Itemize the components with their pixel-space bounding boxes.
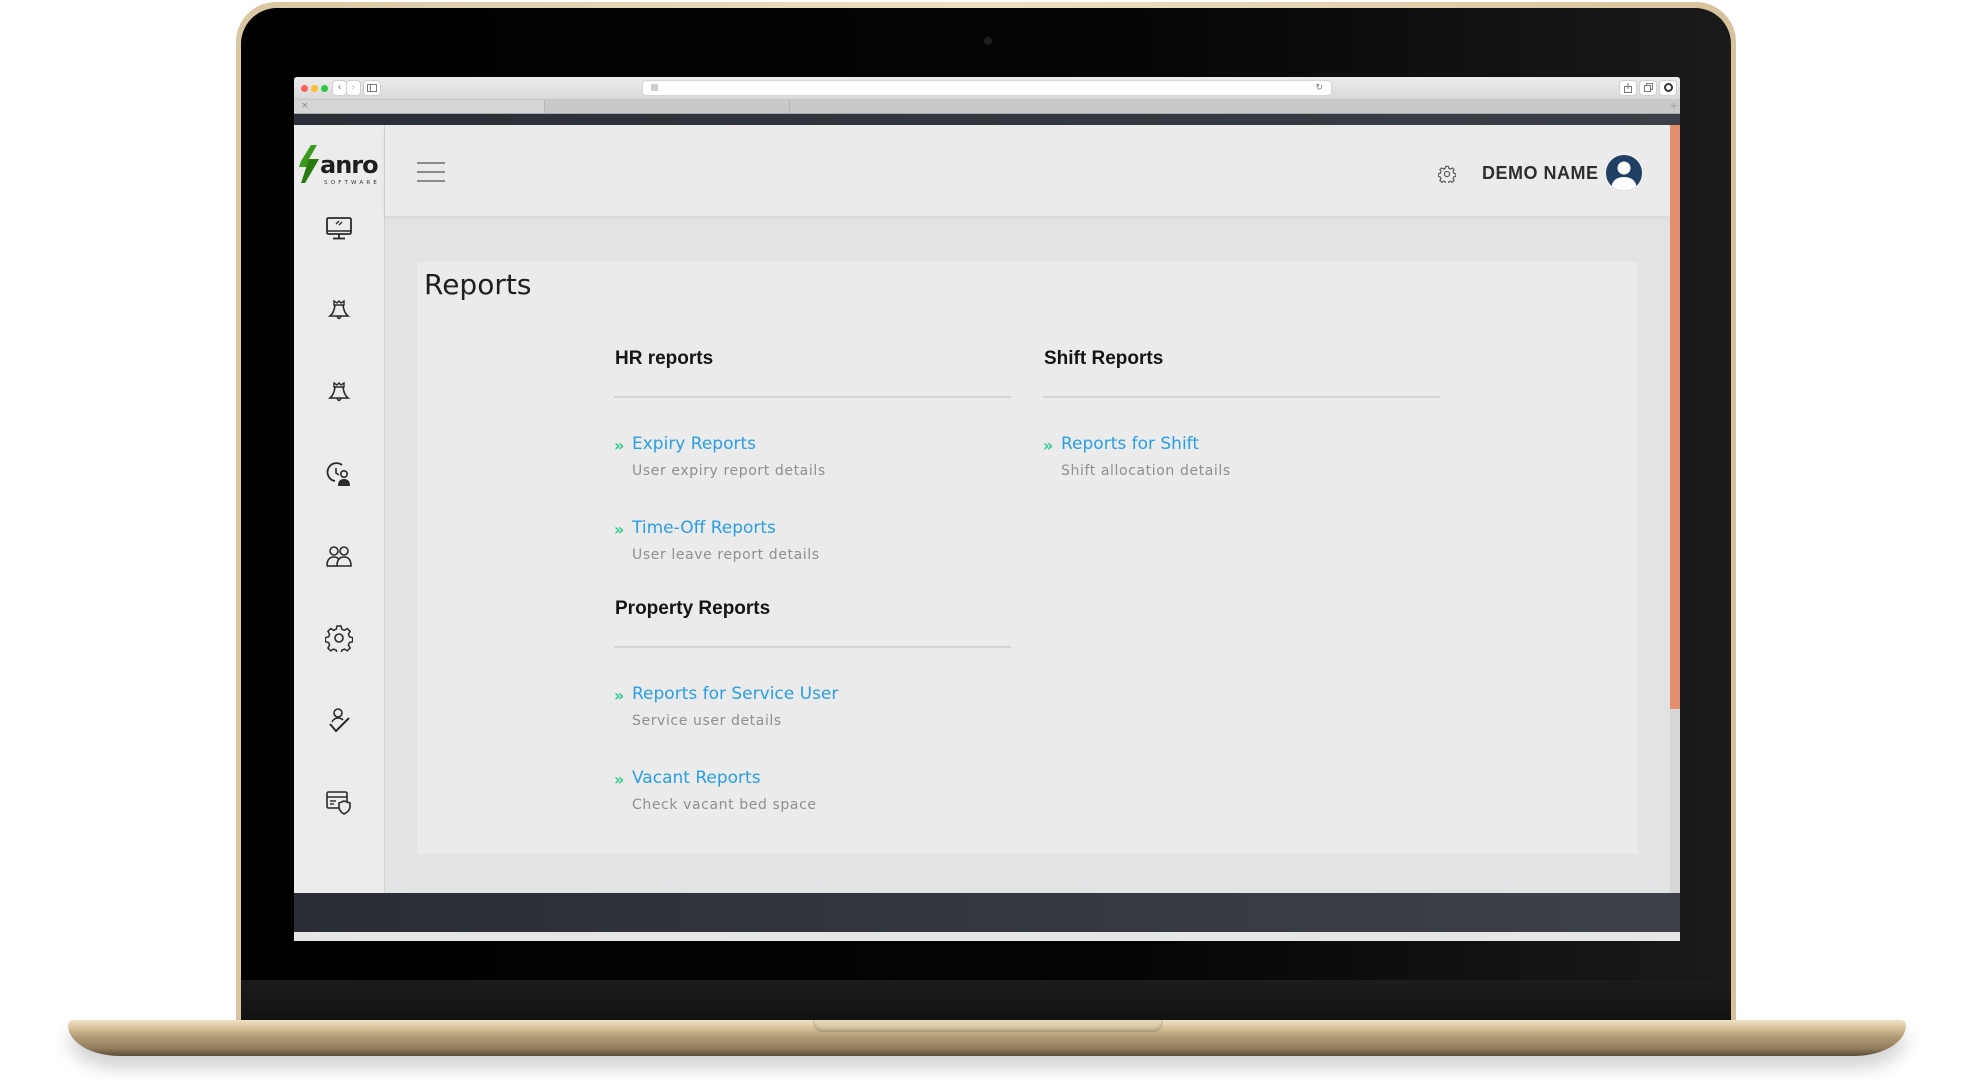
sidebar: anro SOFTWARE: [294, 125, 385, 893]
section-divider: [1043, 396, 1440, 398]
forward-button[interactable]: ›: [347, 81, 360, 95]
card-shield-icon: [326, 791, 351, 815]
browser-tab-active[interactable]: ×: [294, 100, 545, 113]
chevron-double-right-icon: »: [614, 686, 625, 705]
section-title: Shift Reports: [1044, 348, 1164, 369]
page-scrollbar[interactable]: [1670, 125, 1680, 893]
sidebar-item-notifications[interactable]: [325, 378, 353, 406]
report-item: » Reports for Service User Service user …: [614, 684, 1011, 768]
section-divider: [614, 396, 1011, 398]
chevron-right-icon: ›: [351, 82, 356, 93]
extension-icon: [1663, 83, 1673, 92]
section-hr-reports: HR reports » Expiry Reports User expiry …: [614, 348, 1011, 602]
logo-tagline-text: SOFTWARE: [324, 180, 380, 186]
sidebar-item-time-tracking[interactable]: [325, 460, 353, 488]
sidebar-item-settings[interactable]: [324, 624, 354, 655]
hamburger-icon: [417, 162, 445, 164]
company-logo[interactable]: anro SOFTWARE: [297, 143, 381, 187]
extension-button[interactable]: [1660, 81, 1676, 95]
chevron-double-right-icon: »: [614, 520, 625, 539]
chevron-double-right-icon: »: [614, 436, 625, 455]
browser-tab[interactable]: [545, 100, 790, 113]
page-icon: [651, 84, 658, 91]
report-link-service-user[interactable]: Reports for Service User: [632, 684, 838, 704]
logo-brand-text: anro: [320, 151, 378, 179]
report-description: User expiry report details: [632, 463, 826, 479]
report-item: » Time-Off Reports User leave report det…: [614, 518, 1011, 602]
share-icon: [1624, 83, 1632, 93]
tab-close-icon[interactable]: ×: [301, 100, 309, 113]
report-description: Shift allocation details: [1061, 463, 1231, 479]
bell-icon: [327, 381, 351, 402]
section-title: Property Reports: [615, 598, 771, 619]
browser-toolbar-strip: [294, 114, 1680, 125]
bell-icon: [327, 299, 351, 320]
tabs-icon: [1643, 83, 1653, 92]
sidebar-toggle-button[interactable]: [364, 81, 380, 95]
chevron-double-right-icon: »: [1043, 436, 1054, 455]
browser-tabbar: × +: [294, 100, 1680, 114]
reports-card: Reports HR reports » Expiry Reports User…: [417, 262, 1638, 854]
report-item: » Expiry Reports User expiry report deta…: [614, 434, 1011, 518]
gear-icon: [324, 625, 354, 655]
scrollbar-thumb[interactable]: [1670, 125, 1680, 709]
report-link-time-off[interactable]: Time-Off Reports: [632, 518, 776, 538]
logo-mark-icon: anro SOFTWARE: [299, 145, 380, 186]
page-title: Reports: [424, 268, 532, 301]
sidebar-icon: [367, 84, 377, 92]
chevron-double-right-icon: »: [614, 770, 625, 789]
section-shift-reports: Shift Reports » Reports for Shift Shift …: [1043, 348, 1440, 518]
menu-toggle-button[interactable]: [417, 161, 445, 183]
section-divider: [614, 646, 1011, 648]
users-icon: [326, 546, 352, 567]
report-item: » Vacant Reports Check vacant bed space: [614, 768, 1011, 852]
share-button[interactable]: [1620, 81, 1636, 95]
app-root: anro SOFTWARE DEMO NAME Reports HR repor…: [294, 125, 1680, 893]
report-link-shift[interactable]: Reports for Shift: [1061, 434, 1199, 454]
monitor-icon: [326, 217, 352, 240]
browser-window: ‹ › ↻ × + anro SOFTWARE DEMO NAME Report…: [294, 77, 1680, 941]
gear-icon[interactable]: [1438, 165, 1456, 183]
section-title: HR reports: [615, 348, 714, 369]
reload-icon[interactable]: ↻: [1315, 81, 1323, 95]
new-tab-icon[interactable]: +: [1670, 100, 1678, 113]
address-bar[interactable]: ↻: [643, 81, 1331, 95]
chevron-left-icon: ‹: [337, 82, 342, 93]
top-header: DEMO NAME: [385, 125, 1670, 216]
laptop-mockup: ‹ › ↻ × + anro SOFTWARE DEMO NAME Report…: [0, 0, 1975, 1080]
sidebar-item-billing[interactable]: [325, 788, 353, 816]
window-close-button[interactable]: [301, 85, 308, 92]
user-avatar[interactable]: [1604, 153, 1644, 193]
sidebar-item-approvals[interactable]: [325, 706, 353, 734]
laptop-opening-notch: [813, 1020, 1163, 1032]
sidebar-item-dashboard[interactable]: [325, 214, 353, 242]
report-description: Service user details: [632, 713, 782, 729]
tabs-overview-button[interactable]: [1640, 81, 1656, 95]
user-name[interactable]: DEMO NAME: [1482, 163, 1599, 184]
sidebar-item-alerts[interactable]: [325, 296, 353, 324]
report-description: User leave report details: [632, 547, 820, 563]
user-avatar-icon: [1611, 161, 1637, 191]
report-link-expiry[interactable]: Expiry Reports: [632, 434, 756, 454]
report-link-vacant[interactable]: Vacant Reports: [632, 768, 761, 788]
report-item: » Reports for Shift Shift allocation det…: [1043, 434, 1440, 518]
user-check-icon: [329, 708, 350, 733]
window-minimize-button[interactable]: [311, 85, 318, 92]
window-zoom-button[interactable]: [321, 85, 328, 92]
browser-bottom-edge: [294, 932, 1680, 941]
report-description: Check vacant bed space: [632, 797, 817, 813]
laptop-bezel-bottom: [241, 980, 1731, 1022]
sidebar-item-users[interactable]: [325, 542, 353, 570]
back-button[interactable]: ‹: [333, 81, 346, 95]
webcam: [984, 37, 992, 45]
browser-titlebar: ‹ › ↻: [294, 77, 1680, 100]
clock-user-icon: [326, 462, 350, 486]
section-property-reports: Property Reports » Reports for Service U…: [614, 598, 1011, 852]
app-footer: [294, 893, 1680, 932]
